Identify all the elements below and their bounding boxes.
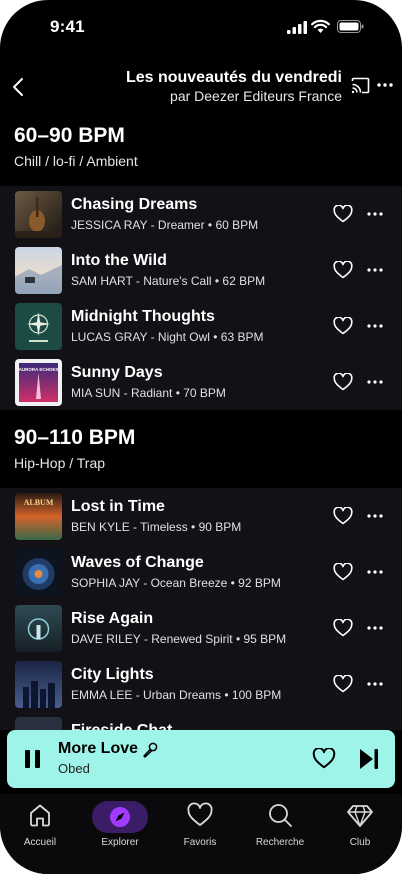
track-more-icon[interactable]: [367, 626, 383, 630]
track-more-icon[interactable]: [367, 380, 383, 384]
album-cover: [15, 303, 62, 350]
track-row[interactable]: Waves of Change SOPHIA JAY - Ocean Breez…: [0, 546, 402, 602]
track-list-90-110: ALBUM Lost in Time BEN KYLE - Timeless •…: [0, 488, 402, 764]
home-icon: [30, 804, 50, 827]
track-meta: DAVE RILEY - Renewed Spirit • 95 BPM: [71, 632, 287, 646]
now-playing-artist: Obed: [58, 761, 90, 776]
nav-item-favoris[interactable]: Favoris: [160, 799, 240, 849]
track-title: Lost in Time: [71, 498, 165, 515]
favorite-heart-icon[interactable]: [333, 205, 353, 223]
nav-label: Recherche: [255, 837, 305, 848]
track-title: Sunny Days: [71, 364, 163, 381]
mini-player[interactable]: More Love Obed: [7, 730, 395, 788]
pause-icon[interactable]: [25, 750, 41, 768]
track-row[interactable]: AURORA ECHOES Sunny Days MIA SUN - Radia…: [0, 356, 402, 412]
track-more-icon[interactable]: [367, 268, 383, 272]
header-bar: Les nouveautés du vendredi par Deezer Ed…: [0, 60, 402, 110]
skip-next-icon[interactable]: [359, 748, 379, 770]
track-row[interactable]: ALBUM Lost in Time BEN KYLE - Timeless •…: [0, 490, 402, 546]
battery-icon: [337, 20, 364, 33]
search-icon: [269, 804, 292, 827]
favorite-heart-icon[interactable]: [333, 373, 353, 391]
album-cover: ALBUM: [15, 493, 62, 540]
nav-item-club[interactable]: Club: [320, 799, 400, 849]
wifi-icon: [311, 19, 330, 33]
nav-item-explorer[interactable]: Explorer: [80, 799, 160, 849]
bottom-navigation: Accueil Explorer Favoris Recherche Club: [0, 794, 402, 874]
track-list-60-90: Chasing Dreams JESSICA RAY - Dreamer • 6…: [0, 186, 402, 410]
status-bar: 9:41: [0, 0, 402, 56]
favorite-heart-icon[interactable]: [333, 563, 353, 581]
album-cover: [15, 247, 62, 294]
track-title: Midnight Thoughts: [71, 308, 215, 325]
favorite-heart-icon[interactable]: [333, 675, 353, 693]
album-cover: [15, 605, 62, 652]
cast-icon[interactable]: [351, 77, 370, 94]
favorite-heart-icon[interactable]: [333, 317, 353, 335]
cover-text: AURORA ECHOES: [19, 367, 59, 372]
status-time: 9:41: [50, 17, 85, 36]
signal-icon: [287, 21, 307, 34]
heart-icon: [187, 802, 213, 826]
cover-text: ALBUM: [24, 498, 54, 507]
track-title: Rise Again: [71, 610, 154, 627]
track-meta: SAM HART - Nature's Call • 62 BPM: [71, 274, 266, 288]
more-options-icon[interactable]: [377, 77, 393, 93]
track-title: Chasing Dreams: [71, 196, 198, 213]
track-more-icon[interactable]: [367, 514, 383, 518]
album-cover: [15, 191, 62, 238]
track-row[interactable]: City Lights EMMA LEE - Urban Dreams • 10…: [0, 658, 402, 714]
track-title: Waves of Change: [71, 554, 204, 571]
track-row[interactable]: Rise Again DAVE RILEY - Renewed Spirit •…: [0, 602, 402, 658]
favorite-heart-icon[interactable]: [333, 261, 353, 279]
favorite-heart-icon[interactable]: [333, 619, 353, 637]
track-meta: SOPHIA JAY - Ocean Breeze • 92 BPM: [71, 576, 281, 590]
section-header-60-90: 60–90 BPM Chill / lo-fi / Ambient: [0, 118, 402, 186]
back-arrow-icon[interactable]: [10, 76, 28, 98]
nav-item-recherche[interactable]: Recherche: [240, 799, 320, 849]
phone-screen: 9:41 Les nouveautés du vendredi par Deez…: [0, 0, 402, 874]
track-meta: BEN KYLE - Timeless • 90 BPM: [71, 520, 242, 534]
track-meta: MIA SUN - Radiant • 70 BPM: [71, 386, 226, 400]
track-meta: JESSICA RAY - Dreamer • 60 BPM: [71, 218, 259, 232]
album-cover: [15, 549, 62, 596]
diamond-icon: [347, 805, 373, 827]
section-header-90-110: 90–110 BPM Hip-Hop / Trap: [0, 420, 402, 488]
track-title: City Lights: [71, 666, 154, 683]
album-cover: AURORA ECHOES: [15, 359, 62, 406]
section-title: 90–110 BPM: [14, 426, 136, 449]
nav-label: Accueil: [23, 837, 57, 848]
nav-label: Explorer: [101, 837, 139, 848]
now-playing-title: More Love: [58, 740, 139, 757]
page-subtitle: par Deezer Editeurs France: [170, 88, 342, 104]
nav-label: Club: [349, 837, 371, 848]
section-title: 60–90 BPM: [14, 124, 125, 147]
album-cover: [15, 661, 62, 708]
track-title: Into the Wild: [71, 252, 167, 269]
section-genre: Hip-Hop / Trap: [14, 455, 106, 471]
nav-label: Favoris: [183, 837, 217, 848]
track-row[interactable]: Midnight Thoughts LUCAS GRAY - Night Owl…: [0, 300, 402, 356]
page-title: Les nouveautés du vendredi: [125, 69, 342, 86]
compass-icon: [110, 807, 130, 827]
track-meta: LUCAS GRAY - Night Owl • 63 BPM: [71, 330, 264, 344]
track-row[interactable]: Chasing Dreams JESSICA RAY - Dreamer • 6…: [0, 188, 402, 244]
track-meta: EMMA LEE - Urban Dreams • 100 BPM: [71, 688, 282, 702]
playlist-title-block: Les nouveautés du vendredi par Deezer Ed…: [126, 68, 342, 106]
section-genre: Chill / lo-fi / Ambient: [14, 153, 138, 169]
track-more-icon[interactable]: [367, 324, 383, 328]
track-more-icon[interactable]: [367, 570, 383, 574]
track-row[interactable]: Into the Wild SAM HART - Nature's Call •…: [0, 244, 402, 300]
microphone-icon[interactable]: [142, 742, 158, 758]
favorite-heart-icon[interactable]: [333, 507, 353, 525]
track-more-icon[interactable]: [367, 212, 383, 216]
nav-item-accueil[interactable]: Accueil: [0, 799, 80, 849]
track-more-icon[interactable]: [367, 682, 383, 686]
player-heart-icon[interactable]: [312, 748, 336, 769]
